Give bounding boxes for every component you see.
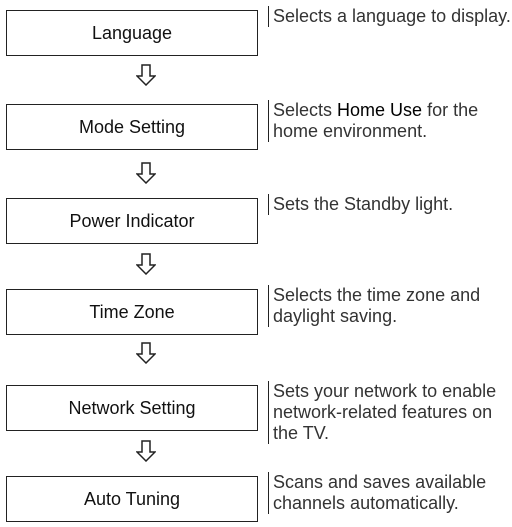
language-description: Selects a language to display.	[268, 6, 512, 27]
time-zone-box: Time Zone	[6, 289, 258, 335]
language-box: Language	[6, 10, 258, 56]
power-indicator-description: Sets the Standby light.	[268, 194, 512, 215]
time-zone-description: Selects the time zone and daylight savin…	[268, 285, 512, 327]
down-arrow-icon	[136, 253, 156, 275]
network-setting-box: Network Setting	[6, 385, 258, 431]
power-indicator-box: Power Indicator	[6, 198, 258, 244]
mode-setting-box: Mode Setting	[6, 104, 258, 150]
down-arrow-icon	[136, 64, 156, 86]
mode-setting-description: Selects Home Use for the home environmen…	[268, 100, 512, 142]
down-arrow-icon	[136, 162, 156, 184]
down-arrow-icon	[136, 440, 156, 462]
auto-tuning-description: Scans and saves available channels autom…	[268, 472, 512, 514]
down-arrow-icon	[136, 342, 156, 364]
mode-setting-desc-pre: Selects	[273, 100, 338, 120]
home-use-emphasis: Home Use	[337, 100, 423, 120]
network-setting-description: Sets your network to enable network-rela…	[268, 381, 512, 444]
auto-tuning-box: Auto Tuning	[6, 476, 258, 522]
